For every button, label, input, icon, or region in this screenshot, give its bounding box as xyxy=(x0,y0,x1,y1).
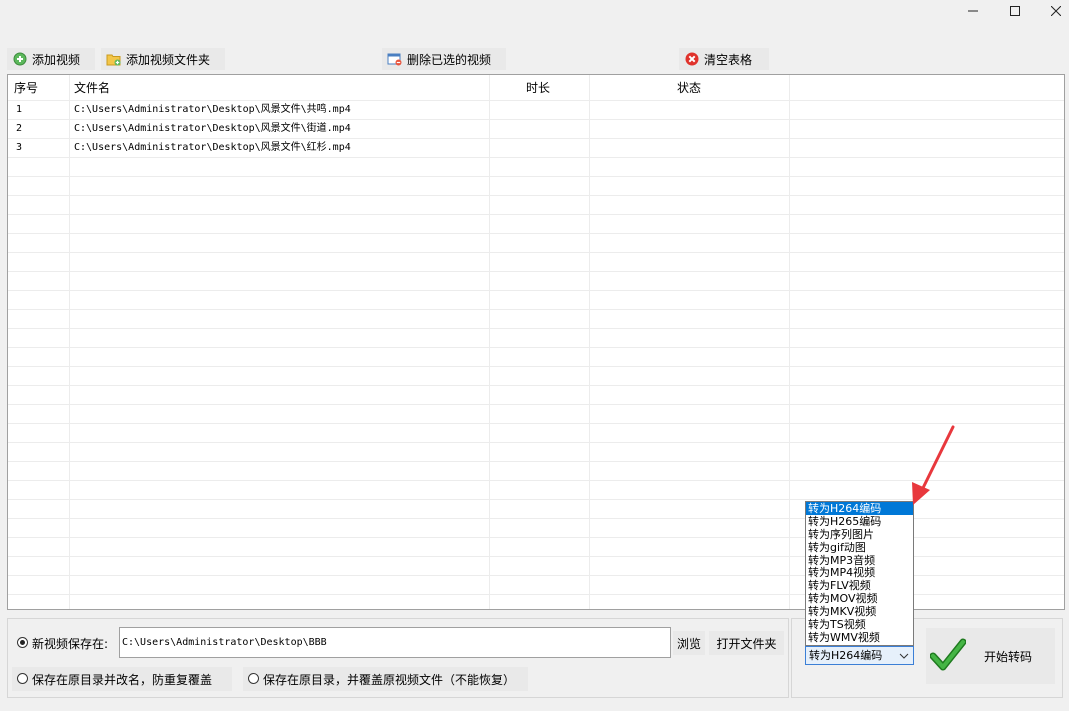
col-header-index[interactable]: 序号 xyxy=(14,75,38,101)
save-overwrite-option[interactable]: 保存在原目录，并覆盖原视频文件（不能恢复） xyxy=(243,667,528,691)
row-index: 1 xyxy=(16,104,23,115)
row-filename: C:\Users\Administrator\Desktop\风景文件\街道.m… xyxy=(74,123,351,134)
table-row-divider xyxy=(8,290,1064,291)
save-overwrite-label: 保存在原目录，并覆盖原视频文件（不能恢复） xyxy=(263,673,516,687)
convert-format-option[interactable]: 转为WMV视频 xyxy=(806,631,913,644)
browse-button[interactable]: 浏览 xyxy=(673,631,705,655)
new-path-radio[interactable] xyxy=(17,637,28,648)
table-row-divider xyxy=(8,271,1064,272)
add-folder-label: 添加视频文件夹 xyxy=(126,52,211,67)
close-icon xyxy=(1051,6,1061,16)
table-row-divider xyxy=(8,366,1064,367)
add-video-label: 添加视频 xyxy=(32,52,81,67)
save-rename-option[interactable]: 保存在原目录并改名，防重复覆盖 xyxy=(12,667,232,691)
convert-format-option[interactable]: 转为gif动图 xyxy=(806,541,913,554)
row-filename: C:\Users\Administrator\Desktop\风景文件\红杉.m… xyxy=(74,142,351,153)
clear-icon xyxy=(684,52,699,67)
row-filename: C:\Users\Administrator\Desktop\风景文件\共鸣.m… xyxy=(74,104,351,115)
chevron-down-icon xyxy=(899,647,909,669)
table-row-divider xyxy=(8,404,1064,405)
table-row-divider xyxy=(8,195,1064,196)
table-row-divider xyxy=(8,309,1064,310)
clear-table-button[interactable]: 清空表格 xyxy=(679,48,769,70)
convert-format-option[interactable]: 转为H265编码 xyxy=(806,515,913,528)
close-button[interactable] xyxy=(1036,0,1069,22)
start-convert-label: 开始转码 xyxy=(984,650,1033,664)
table-row-divider xyxy=(8,347,1064,348)
table-row-divider xyxy=(8,252,1064,253)
convert-format-option[interactable]: 转为MP4视频 xyxy=(806,566,913,580)
start-convert-button[interactable]: 开始转码 xyxy=(926,628,1055,684)
window-remove-icon xyxy=(387,52,402,67)
col-header-status[interactable]: 状态 xyxy=(677,75,701,101)
table-row-divider xyxy=(8,385,1064,386)
row-index: 2 xyxy=(16,123,23,134)
output-path-input[interactable] xyxy=(119,627,671,658)
table-row-divider xyxy=(8,157,1064,158)
table-row-divider xyxy=(8,233,1064,234)
delete-selected-button[interactable]: 删除已选的视频 xyxy=(382,48,506,70)
add-folder-button[interactable]: 添加视频文件夹 xyxy=(101,48,225,70)
table-row[interactable]: 3 C:\Users\Administrator\Desktop\风景文件\红杉… xyxy=(8,138,1064,157)
save-rename-label: 保存在原目录并改名，防重复覆盖 xyxy=(32,673,213,687)
folder-add-icon xyxy=(106,52,121,67)
minimize-button[interactable] xyxy=(953,0,993,22)
maximize-button[interactable] xyxy=(995,0,1035,22)
table-row[interactable]: 2 C:\Users\Administrator\Desktop\风景文件\街道… xyxy=(8,119,1064,138)
maximize-icon xyxy=(1010,6,1020,16)
minimize-icon xyxy=(968,10,978,12)
save-rename-radio[interactable] xyxy=(17,673,28,684)
annotation-arrow-icon xyxy=(912,425,955,505)
new-path-label: 新视频保存在: xyxy=(32,637,109,651)
checkmark-icon xyxy=(929,638,967,675)
row-index: 3 xyxy=(16,142,23,153)
convert-format-option[interactable]: 转为H264编码 xyxy=(806,502,913,515)
convert-format-list[interactable]: 转为H264编码 转为H265编码 转为序列图片 转为gif动图 转为MP3音频 转为MP… xyxy=(805,501,914,646)
delete-selected-label: 删除已选的视频 xyxy=(407,52,492,67)
table-row-divider xyxy=(8,214,1064,215)
convert-format-option[interactable]: 转为FLV视频 xyxy=(806,579,913,592)
convert-format-option[interactable]: 转为MOV视频 xyxy=(806,592,913,605)
table-row[interactable]: 1 C:\Users\Administrator\Desktop\风景文件\共鸣… xyxy=(8,100,1064,119)
col-header-filename[interactable]: 文件名 xyxy=(74,75,110,101)
save-overwrite-radio[interactable] xyxy=(248,673,259,684)
convert-format-option[interactable]: 转为TS视频 xyxy=(806,618,913,631)
table-row-divider xyxy=(8,328,1064,329)
convert-format-select[interactable]: 转为H264编码 xyxy=(805,646,914,665)
add-circle-icon xyxy=(12,52,27,67)
table-header: 序号 文件名 时长 状态 xyxy=(8,75,1064,101)
table-row-divider xyxy=(8,176,1064,177)
col-header-duration[interactable]: 时长 xyxy=(526,75,550,101)
convert-format-option[interactable]: 转为MKV视频 xyxy=(806,605,913,618)
open-folder-button[interactable]: 打开文件夹 xyxy=(709,631,784,655)
convert-format-selected: 转为H264编码 xyxy=(809,649,883,662)
add-video-button[interactable]: 添加视频 xyxy=(7,48,95,70)
convert-format-option[interactable]: 转为序列图片 xyxy=(806,528,913,541)
clear-table-label: 清空表格 xyxy=(704,52,753,67)
convert-format-option[interactable]: 转为MP3音频 xyxy=(806,554,913,567)
